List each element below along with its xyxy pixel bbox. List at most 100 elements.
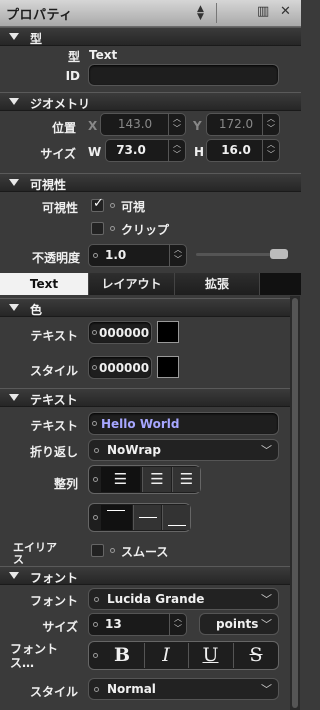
section-color-header[interactable]: 色	[0, 298, 290, 317]
section-font-header[interactable]: フォント	[0, 566, 290, 585]
scrollbar-thumb[interactable]	[292, 298, 298, 708]
vertical-align-segmented	[88, 503, 191, 532]
align-center-icon[interactable]: ☰	[142, 467, 171, 492]
tab-text[interactable]: Text	[0, 273, 89, 295]
section-geometry-header[interactable]: ジオメトリ	[0, 92, 301, 111]
section-visibility-header[interactable]: 可視性	[0, 173, 301, 192]
scrollbar[interactable]	[290, 296, 300, 710]
y-label: Y	[193, 119, 202, 133]
panel-layout-icon[interactable]: ▥	[257, 4, 269, 19]
stepper-arrows-icon[interactable]: ︿ ﹀	[262, 114, 279, 135]
link-dot-icon	[92, 330, 97, 335]
style-color-label: スタイル	[29, 364, 78, 378]
collapse-triangle-icon	[9, 304, 19, 311]
tab-layout[interactable]: レイアウト	[89, 273, 175, 295]
link-dot-icon	[93, 515, 98, 520]
link-dot-icon	[92, 421, 97, 426]
link-dot-icon	[93, 477, 98, 482]
style-color-swatch[interactable]	[157, 356, 179, 378]
strikethrough-button[interactable]: S	[233, 643, 278, 668]
stepper-arrows-icon[interactable]: ︿ ﹀	[168, 140, 185, 161]
text-content-input[interactable]: Hello World	[88, 412, 279, 435]
font-style-label-line2: ス…	[10, 656, 35, 670]
chevron-down-icon: ﹀	[261, 444, 272, 457]
section-type-title: 型	[30, 32, 43, 46]
height-stepper[interactable]: 16.0 ︿ ﹀	[206, 139, 280, 162]
style-label: スタイル	[29, 685, 78, 699]
text-content-label: テキスト	[30, 419, 78, 433]
position-label: 位置	[51, 121, 76, 135]
link-dot-icon	[110, 548, 115, 553]
align-bottom-icon[interactable]	[162, 505, 190, 530]
font-family-dropdown[interactable]: Lucida Grande ﹀	[88, 588, 279, 610]
link-dot-icon	[94, 687, 99, 692]
section-color-title: 色	[30, 303, 43, 317]
section-text-header[interactable]: テキスト	[0, 388, 290, 407]
id-label: ID	[65, 69, 80, 83]
tab-extension[interactable]: 拡張	[175, 273, 260, 295]
x-label: X	[88, 119, 98, 133]
font-family-label: フォント	[29, 594, 78, 608]
collapse-triangle-icon	[9, 394, 19, 401]
id-input[interactable]	[88, 64, 279, 86]
align-left-icon[interactable]: ☰	[101, 467, 140, 492]
visible-checkbox[interactable]: ✓	[91, 196, 104, 212]
section-geometry-title: ジオメトリ	[30, 97, 91, 111]
font-style-segmented: B I U S	[88, 641, 279, 670]
width-stepper[interactable]: 73.0 ︿ ﹀	[105, 139, 186, 162]
underline-button[interactable]: U	[188, 643, 232, 668]
tab-bar: Text レイアウト 拡張	[0, 273, 301, 295]
italic-button[interactable]: I	[144, 643, 187, 668]
align-top-icon[interactable]	[101, 505, 132, 530]
collapse-triangle-icon	[9, 179, 19, 186]
w-label: W	[88, 145, 102, 159]
link-dot-icon	[94, 597, 99, 602]
x-stepper[interactable]: 143.0 ︿ ﹀	[100, 113, 186, 136]
stepper-arrows-icon[interactable]: ︿ ﹀	[262, 140, 279, 161]
wrap-label: 折り返し	[29, 445, 78, 459]
clip-label: クリップ	[121, 223, 170, 237]
smooth-label: スムース	[121, 545, 169, 559]
size-label: サイズ	[40, 147, 76, 161]
stepper-arrows-icon[interactable]: ︿ ﹀	[169, 245, 186, 266]
section-type-header[interactable]: 型	[0, 27, 301, 46]
opacity-slider-thumb[interactable]	[270, 249, 288, 259]
style-color-input[interactable]: 000000	[88, 356, 152, 379]
h-label: H	[194, 145, 205, 159]
font-size-label: サイズ	[42, 620, 78, 634]
text-color-swatch[interactable]	[157, 321, 179, 343]
chevron-down-icon: ﹀	[261, 618, 272, 631]
font-size-stepper[interactable]: 13 ︿ ﹀	[88, 613, 187, 636]
antialias-label: エイリア ス	[13, 541, 57, 566]
section-text-title: テキスト	[30, 393, 78, 407]
clip-checkbox[interactable]	[91, 222, 104, 235]
align-label: 整列	[53, 477, 78, 491]
collapse-triangle-icon	[9, 33, 19, 40]
collapse-triangle-icon	[9, 98, 19, 105]
bold-button[interactable]: B	[101, 643, 143, 668]
font-unit-dropdown[interactable]: points ﹀	[199, 613, 279, 635]
smooth-checkbox[interactable]	[91, 544, 104, 557]
stepper-arrows-icon[interactable]: ︿ ﹀	[169, 614, 186, 635]
link-dot-icon	[93, 253, 98, 258]
align-right-icon[interactable]: ☰	[172, 467, 200, 492]
y-stepper[interactable]: 172.0 ︿ ﹀	[206, 113, 280, 136]
panel-header: プロパティ ▲ ▼ ▥ ✕	[0, 0, 301, 27]
link-dot-icon	[94, 448, 99, 453]
close-icon[interactable]: ✕	[280, 4, 291, 19]
collapse-triangle-icon	[9, 572, 19, 579]
text-color-input[interactable]: 000000	[88, 321, 152, 344]
chevron-down-icon: ﹀	[261, 683, 272, 696]
link-dot-icon	[93, 622, 98, 627]
panel-title: プロパティ	[6, 8, 73, 23]
align-middle-icon[interactable]	[133, 505, 161, 530]
opacity-stepper[interactable]: 1.0 ︿ ﹀	[88, 244, 187, 267]
panel-switcher-arrows-icon[interactable]: ▲ ▼	[197, 5, 204, 22]
wrap-dropdown[interactable]: NoWrap ﹀	[88, 439, 279, 461]
style-dropdown[interactable]: Normal ﹀	[88, 678, 279, 700]
link-dot-icon	[110, 226, 115, 231]
horizontal-align-segmented: ☰ ☰ ☰	[88, 465, 201, 494]
stepper-arrows-icon[interactable]: ︿ ﹀	[168, 114, 185, 135]
text-color-label: テキスト	[30, 329, 78, 343]
opacity-label: 不透明度	[31, 251, 80, 265]
